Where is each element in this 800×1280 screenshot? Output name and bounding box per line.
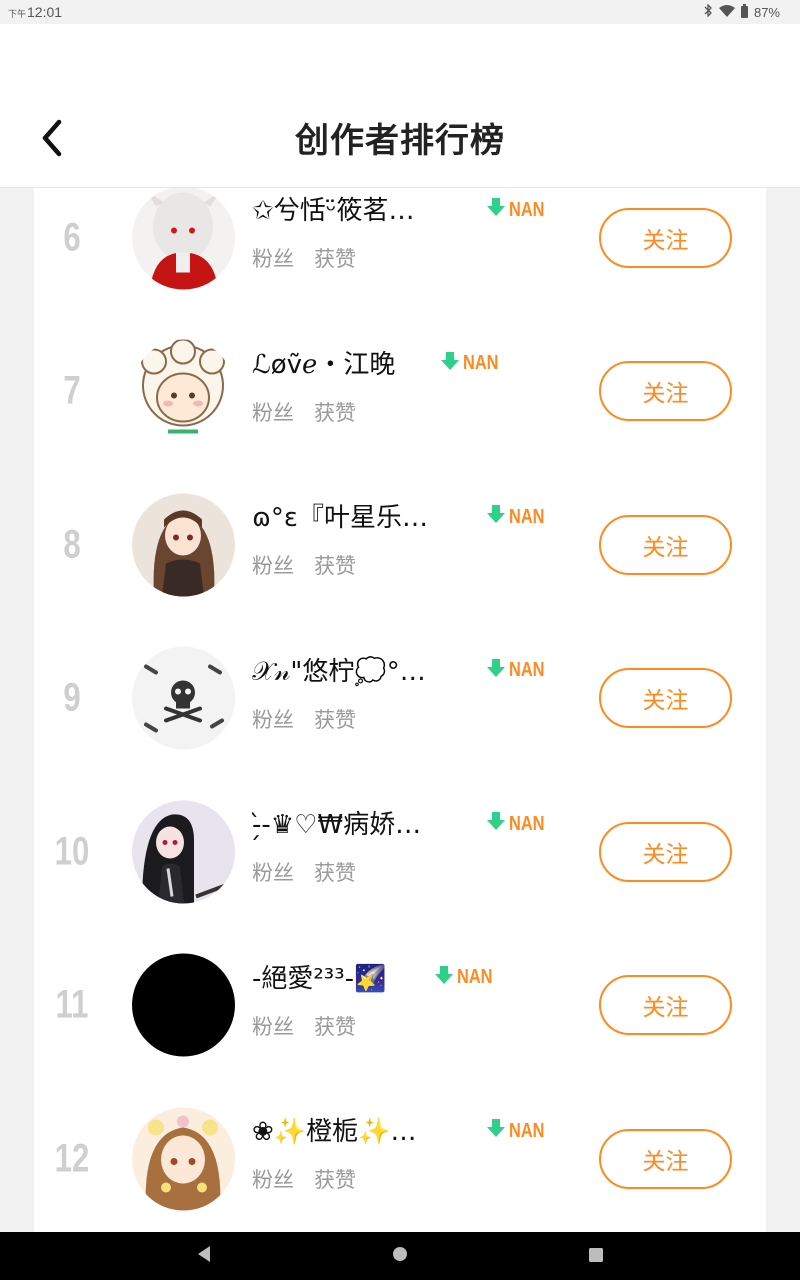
- creator-name: ✩兮恬ᵕ̈筱茗…: [252, 196, 415, 226]
- follow-button[interactable]: 关注: [599, 975, 732, 1036]
- rank-number: 6: [63, 215, 81, 260]
- follow-button[interactable]: 关注: [599, 668, 732, 729]
- rank-number: 12: [54, 1136, 90, 1181]
- likes-label: 获赞: [314, 1168, 356, 1192]
- bluetooth-icon: [703, 3, 713, 20]
- rank-trend: NAN: [486, 658, 552, 684]
- rank-number: 7: [63, 368, 81, 413]
- rank-trend: NAN: [486, 197, 552, 223]
- rank-trend: NAN: [486, 811, 552, 837]
- arrow-down-icon: [440, 351, 460, 377]
- rank-number: 11: [55, 982, 89, 1027]
- trend-label: NAN: [463, 352, 499, 374]
- creator-name: 𝒳𝓃"悠柠💭°…: [252, 656, 426, 687]
- creator-row[interactable]: 9 𝒳𝓃"悠柠💭°… NAN 粉丝 获赞 关注: [34, 622, 766, 776]
- creator-row[interactable]: 10 -̗̀-♛♡₩病娇… NAN 粉丝 获赞 关注: [34, 775, 766, 929]
- likes-label: 获赞: [314, 861, 356, 885]
- rank-trend: NAN: [486, 1118, 552, 1144]
- creator-name: ɷ°ɛ『叶星乐…: [252, 503, 428, 533]
- follow-button[interactable]: 关注: [599, 821, 732, 882]
- creator-row[interactable]: 8 ɷ°ɛ『叶星乐… NAN 粉丝 获赞 关注: [34, 468, 766, 622]
- ranking-panel: 6 ✩兮恬ᵕ̈筱茗… NAN 粉丝 获赞 关注 7 ℒøṽℯ・江晚 NAN 粉丝…: [34, 188, 766, 1232]
- trend-label: NAN: [509, 812, 545, 835]
- creator-row[interactable]: 6 ✩兮恬ᵕ̈筱茗… NAN 粉丝 获赞 关注: [34, 188, 766, 315]
- battery-percent: 87%: [753, 4, 780, 20]
- creator-stats: 粉丝 获赞: [252, 857, 356, 887]
- rank-trend: NAN: [440, 351, 506, 377]
- rank-number: 10: [54, 829, 90, 874]
- nav-recents-button[interactable]: [584, 1244, 608, 1268]
- likes-label: 获赞: [314, 707, 356, 732]
- arrow-down-icon: [486, 1118, 506, 1144]
- trend-label: NAN: [509, 1119, 545, 1142]
- likes-label: 获赞: [314, 554, 356, 578]
- trend-label: NAN: [509, 505, 545, 528]
- battery-icon: [740, 4, 748, 18]
- creator-stats: 粉丝 获赞: [252, 1164, 356, 1194]
- likes-label: 获赞: [314, 400, 356, 425]
- status-ampm: 下午: [8, 9, 27, 19]
- likes-label: 获赞: [314, 1014, 356, 1039]
- trend-label: NAN: [509, 659, 545, 681]
- avatar[interactable]: [132, 188, 235, 290]
- system-nav-bar: [0, 1232, 800, 1280]
- wifi-icon: [718, 4, 735, 20]
- status-time: 12:01: [27, 4, 63, 20]
- trend-label: NAN: [457, 966, 493, 988]
- creator-row[interactable]: 7 ℒøṽℯ・江晚 NAN 粉丝 获赞 关注: [34, 315, 766, 469]
- fans-label: 粉丝: [252, 247, 294, 271]
- avatar[interactable]: [132, 339, 235, 443]
- nav-recents-icon: [589, 1247, 603, 1266]
- page-title: 创作者排行榜: [295, 121, 505, 161]
- rank-trend: NAN: [434, 965, 500, 991]
- follow-button[interactable]: 关注: [599, 207, 732, 268]
- status-bar: 下午 12:01 87%: [0, 0, 800, 24]
- nav-back-button[interactable]: [192, 1244, 216, 1268]
- avatar[interactable]: [132, 493, 235, 597]
- avatar[interactable]: [132, 953, 235, 1057]
- creator-name: -絕愛²³³-🌠: [252, 963, 387, 994]
- fans-label: 粉丝: [252, 554, 294, 578]
- rank-trend: NAN: [486, 504, 552, 530]
- arrow-down-icon: [486, 811, 506, 837]
- fans-label: 粉丝: [252, 1168, 294, 1192]
- fans-label: 粉丝: [252, 861, 294, 885]
- creator-stats: 粉丝 获赞: [252, 1011, 356, 1041]
- likes-label: 获赞: [314, 247, 356, 271]
- creator-stats: 粉丝 获赞: [252, 550, 356, 580]
- app-header: 创作者排行榜: [0, 24, 800, 188]
- rank-number: 8: [63, 522, 81, 567]
- creator-name: ❀✨橙栀✨…: [252, 1117, 417, 1147]
- creator-row[interactable]: 11 -絕愛²³³-🌠 NAN 粉丝 获赞 关注: [34, 929, 766, 1083]
- arrow-down-icon: [486, 658, 506, 684]
- creator-stats: 粉丝 获赞: [252, 243, 356, 273]
- follow-button[interactable]: 关注: [599, 1128, 732, 1189]
- follow-button[interactable]: 关注: [599, 514, 732, 575]
- nav-home-icon: [392, 1246, 408, 1266]
- status-icons: 87%: [703, 3, 780, 20]
- nav-back-icon: [196, 1245, 212, 1267]
- avatar[interactable]: [132, 646, 235, 750]
- creator-name: -̗̀-♛♡₩病娇…: [252, 810, 422, 840]
- creator-list: 6 ✩兮恬ᵕ̈筱茗… NAN 粉丝 获赞 关注 7 ℒøṽℯ・江晚 NAN 粉丝…: [34, 188, 766, 1232]
- arrow-down-icon: [434, 965, 454, 991]
- nav-home-button[interactable]: [388, 1244, 412, 1268]
- arrow-down-icon: [486, 197, 506, 223]
- fans-label: 粉丝: [252, 1014, 294, 1039]
- creator-name: ℒøṽℯ・江晚: [252, 349, 396, 380]
- creator-stats: 粉丝 获赞: [252, 704, 356, 734]
- rank-number: 9: [63, 675, 81, 720]
- avatar[interactable]: [132, 800, 235, 904]
- arrow-down-icon: [486, 504, 506, 530]
- fans-label: 粉丝: [252, 400, 294, 425]
- avatar[interactable]: [132, 1107, 235, 1211]
- creator-row[interactable]: 12 ❀✨橙栀✨… NAN 粉丝 获赞 关注: [34, 1082, 766, 1232]
- status-clock: 下午 12:01: [8, 4, 62, 20]
- fans-label: 粉丝: [252, 707, 294, 732]
- creator-stats: 粉丝 获赞: [252, 397, 356, 427]
- follow-button[interactable]: 关注: [599, 361, 732, 422]
- trend-label: NAN: [509, 198, 545, 221]
